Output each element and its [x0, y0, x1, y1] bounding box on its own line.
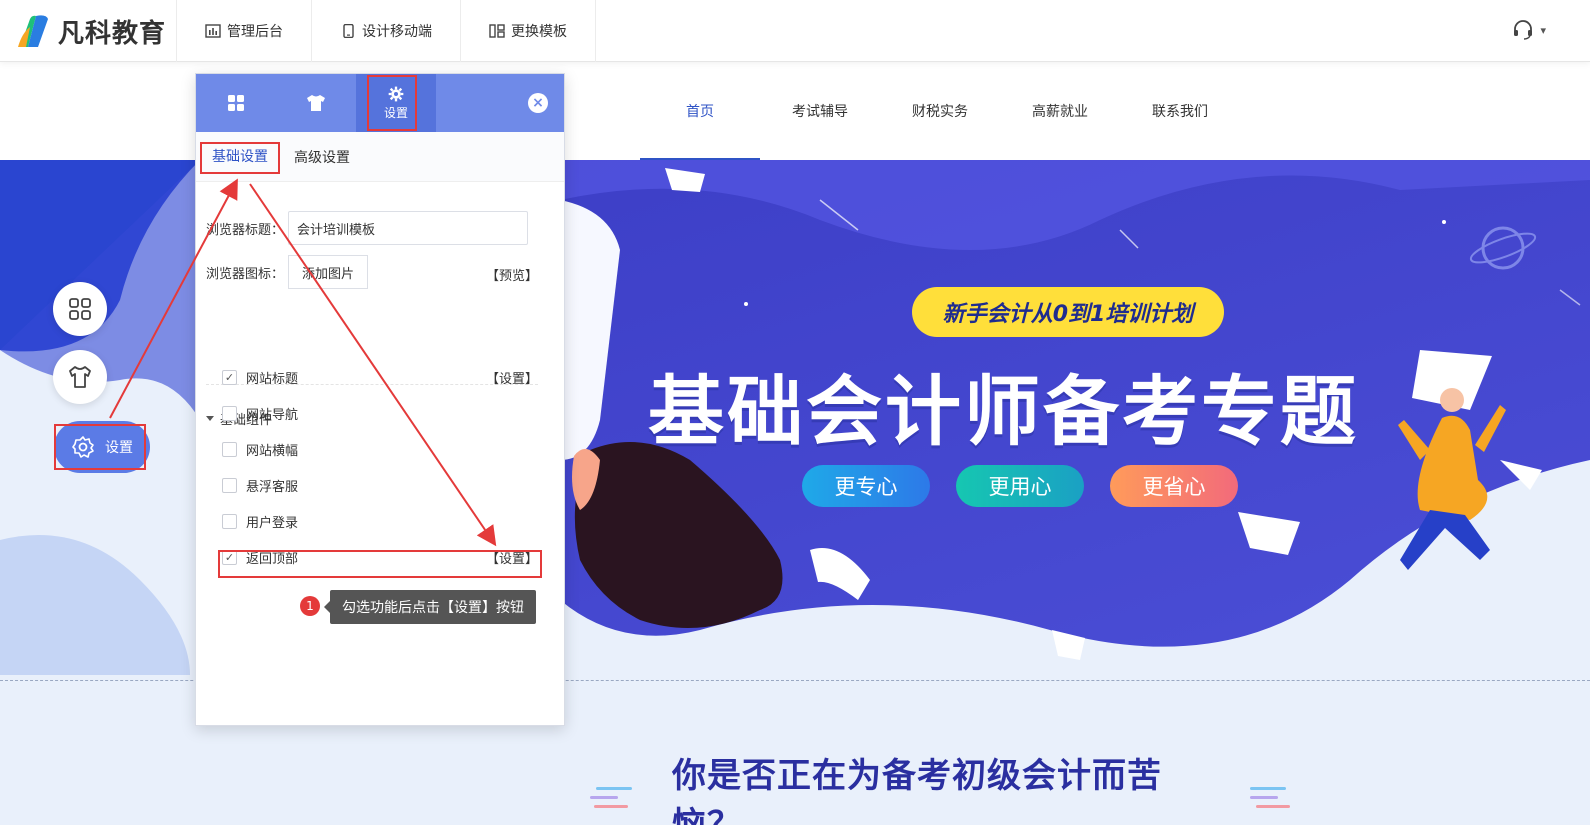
grid-icon [69, 298, 91, 320]
component-label: 网站导航 [246, 407, 299, 423]
support-button[interactable]: ▾ [1512, 20, 1546, 40]
shirt-icon [307, 95, 325, 111]
panel-tab-modules[interactable] [196, 74, 276, 132]
gear-icon [72, 436, 94, 458]
browser-title-row: 浏览器标题： [206, 211, 528, 245]
checkbox-site-title[interactable]: ✓ [222, 369, 237, 385]
headset-icon [1514, 20, 1533, 40]
panel-header: 设置 × [196, 74, 564, 132]
mobile-icon [343, 24, 354, 38]
settings-panel: 设置 × 基础设置 高级设置 浏览器标题： 浏览器图标： 添加图片 【预览】 基… [195, 73, 565, 726]
nav-change-template[interactable]: 更换模板 [460, 0, 596, 62]
component-label: 返回顶部 [246, 551, 299, 567]
nav-change-template-label: 更换模板 [511, 24, 567, 40]
admin-nav: 管理后台 设计移动端 更换模板 [176, 0, 596, 62]
setting-link-site-title[interactable]: 【设置】 [486, 368, 538, 387]
site-nav-career[interactable]: 高薪就业 [1000, 62, 1120, 160]
component-row-user-login: 用户登录 [222, 510, 538, 532]
instruction-tooltip: 勾选功能后点击【设置】按钮 [324, 590, 536, 624]
panel-tab-settings-label: 设置 [383, 105, 408, 120]
banner-pill-save[interactable]: 更省心 [1110, 465, 1238, 507]
site-nav-tax[interactable]: 财税实务 [880, 62, 1000, 160]
browser-icon-label: 浏览器图标： [206, 266, 285, 282]
close-icon[interactable]: × [528, 93, 548, 113]
checkbox-back-to-top[interactable]: ✓ [222, 549, 237, 565]
tab-basic-settings[interactable]: 基础设置 [206, 140, 274, 174]
site-nav: 首页 考试辅导 财税实务 高薪就业 联系我们 [640, 62, 1240, 160]
component-row-site-banner: 网站横幅 [222, 438, 538, 460]
setting-link-back-to-top[interactable]: 【设置】 [486, 548, 538, 567]
step-badge: 1 [300, 596, 320, 616]
tab-advanced-settings[interactable]: 高级设置 [288, 141, 356, 173]
panel-tab-style[interactable] [276, 74, 356, 132]
add-image-button[interactable]: 添加图片 [288, 255, 368, 289]
component-label: 用户登录 [246, 515, 299, 531]
admin-topbar: 凡科教育 管理后台 设计移动端 更换模板 ▾ [0, 0, 1590, 62]
component-row-back-to-top: ✓ 返回顶部 【设置】 [222, 546, 538, 568]
checkbox-site-nav[interactable] [222, 405, 237, 421]
site-nav-contact[interactable]: 联系我们 [1120, 62, 1240, 160]
checkbox-user-login[interactable] [222, 513, 237, 529]
decor-lines-left [590, 786, 632, 808]
decor-lines-right [1250, 786, 1290, 808]
settings-float-label: 设置 [105, 440, 133, 456]
preview-link[interactable]: 【预览】 [486, 265, 538, 284]
nav-design-mobile[interactable]: 设计移动端 [311, 0, 460, 62]
nav-admin-backend[interactable]: 管理后台 [176, 0, 311, 62]
component-row-site-nav: 网站导航 [222, 402, 538, 424]
gear-icon [388, 86, 404, 101]
settings-float-button[interactable]: 设置 [54, 421, 150, 473]
nav-admin-backend-label: 管理后台 [227, 24, 283, 40]
caret-down-icon [206, 416, 214, 421]
nav-design-mobile-label: 设计移动端 [362, 24, 432, 40]
logo-mark-icon [18, 15, 48, 48]
grid-icon [228, 95, 244, 111]
component-label: 悬浮客服 [246, 479, 299, 495]
shirt-icon [69, 366, 91, 388]
checkbox-site-banner[interactable] [222, 441, 237, 457]
section-question: 你是否正在为备考初级会计而苦恼？ [590, 748, 1290, 825]
chart-icon [205, 24, 221, 38]
banner-title: 基础会计师备考专题 [648, 367, 1359, 456]
component-row-float-service: 悬浮客服 [222, 474, 538, 496]
banner-tag: 新手会计从0到1培训计划 [912, 287, 1224, 337]
panel-sub-tabs: 基础设置 高级设置 [196, 132, 564, 182]
browser-title-label: 浏览器标题： [206, 222, 285, 238]
component-row-site-title: ✓ 网站标题 【设置】 [222, 366, 538, 388]
browser-title-input[interactable] [288, 211, 528, 245]
logo[interactable]: 凡科教育 [16, 12, 166, 50]
site-nav-exam[interactable]: 考试辅导 [760, 62, 880, 160]
component-label: 网站横幅 [246, 443, 299, 459]
banner-pill-focus[interactable]: 更专心 [802, 465, 930, 507]
section-question-text: 你是否正在为备考初级会计而苦恼？ [672, 756, 1162, 825]
site-nav-home[interactable]: 首页 [640, 62, 760, 160]
chevron-down-icon: ▾ [1540, 23, 1546, 37]
style-button[interactable] [53, 350, 107, 404]
component-label: 网站标题 [246, 371, 299, 387]
modules-button[interactable] [53, 282, 107, 336]
panel-tab-settings[interactable]: 设置 [356, 74, 436, 132]
template-icon [489, 24, 505, 38]
logo-text: 凡科教育 [58, 18, 167, 49]
checkbox-float-service[interactable] [222, 477, 237, 493]
banner-pill-care[interactable]: 更用心 [956, 465, 1084, 507]
